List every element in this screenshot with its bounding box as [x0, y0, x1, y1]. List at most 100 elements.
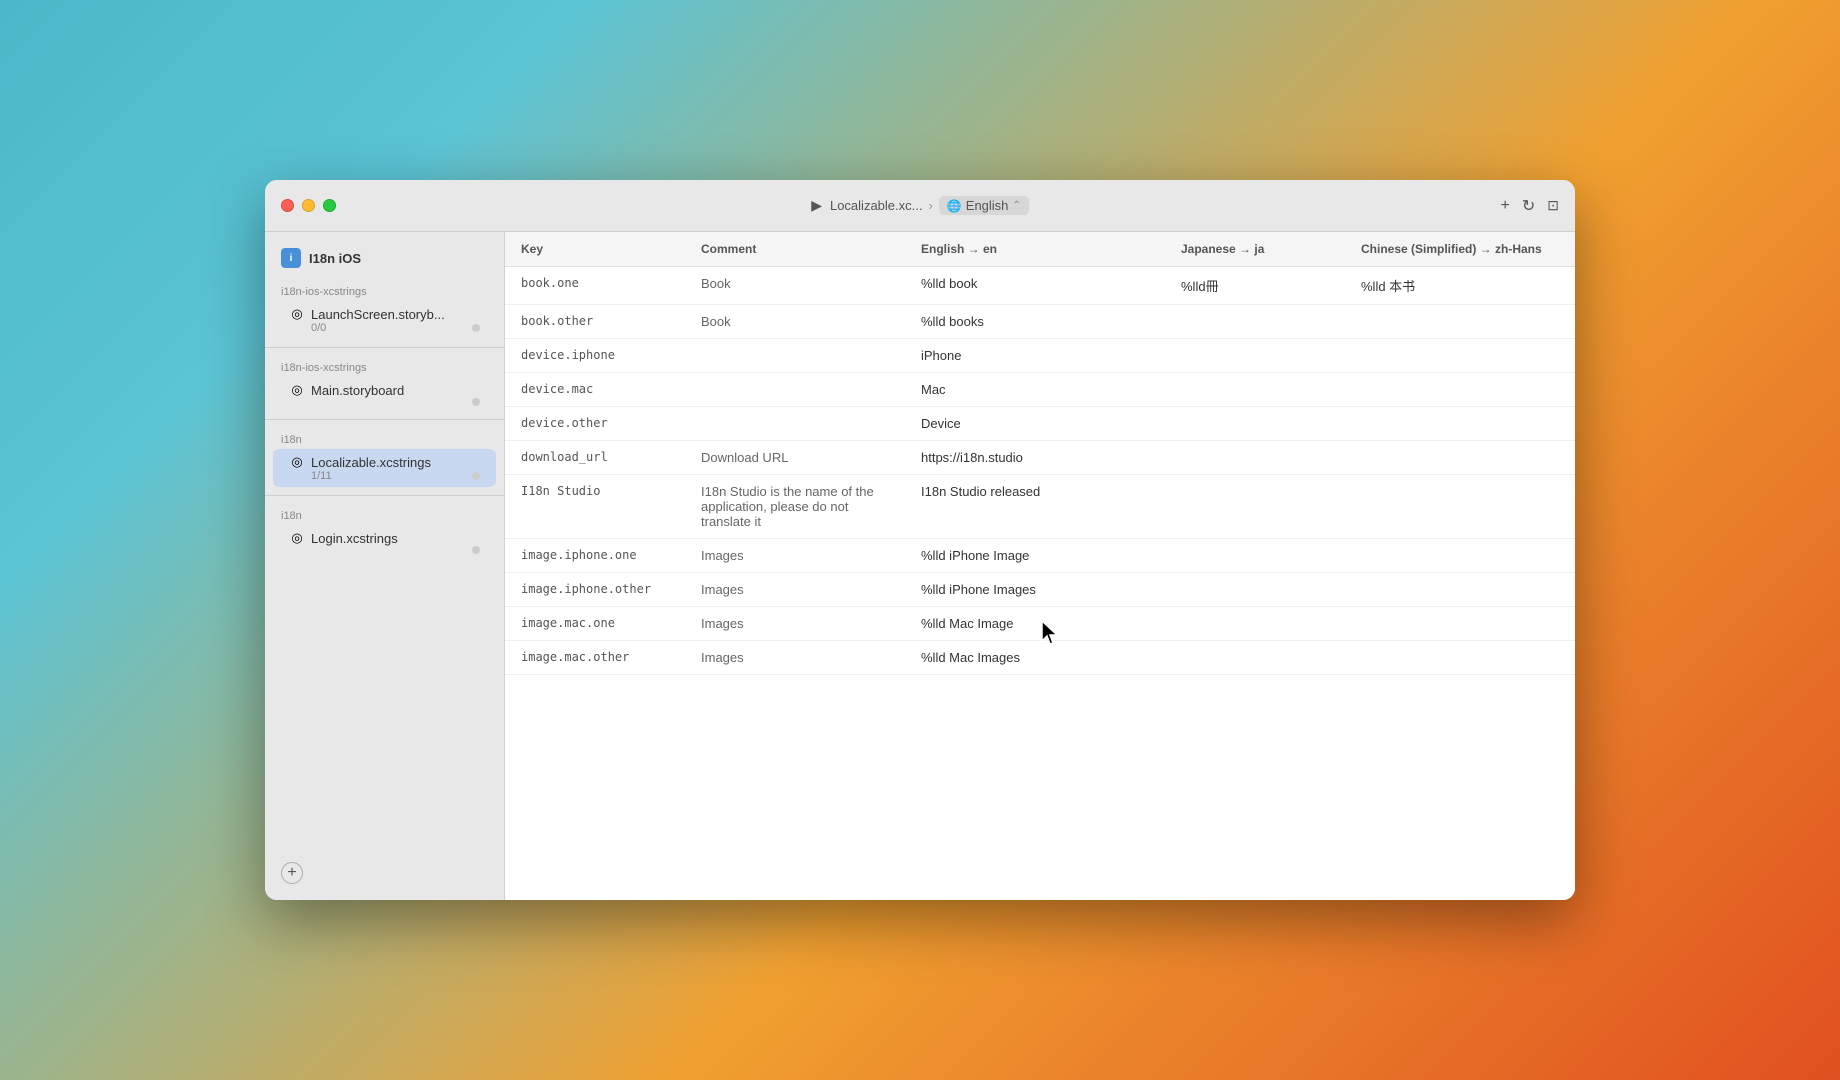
- cell-japanese[interactable]: [1165, 607, 1345, 641]
- table-row[interactable]: device.other Device: [505, 407, 1575, 441]
- close-button[interactable]: [281, 199, 294, 212]
- table-row[interactable]: book.oneBook%lld book%lld冊%lld 本书: [505, 267, 1575, 305]
- table-row[interactable]: I18n StudioI18n Studio is the name of th…: [505, 475, 1575, 539]
- cell-chinese[interactable]: [1345, 339, 1575, 373]
- sidebar-item-mainstoryboard[interactable]: ◎ Main.storyboard: [273, 377, 496, 411]
- cell-english[interactable]: %lld iPhone Image: [905, 539, 1165, 573]
- cell-english[interactable]: %lld Mac Image: [905, 607, 1165, 641]
- cell-japanese[interactable]: [1165, 373, 1345, 407]
- file-icon-4: ◎: [289, 530, 305, 546]
- cell-japanese[interactable]: %lld冊: [1165, 267, 1345, 305]
- cell-english[interactable]: %lld Mac Images: [905, 641, 1165, 675]
- cell-comment[interactable]: Book: [685, 267, 905, 305]
- add-file-button[interactable]: +: [281, 862, 303, 884]
- sidebar-item-login[interactable]: ◎ Login.xcstrings: [273, 525, 496, 559]
- cell-english[interactable]: Mac: [905, 373, 1165, 407]
- cell-chinese[interactable]: [1345, 607, 1575, 641]
- content-area: Key Comment English → en Japanese → ja C…: [505, 232, 1575, 900]
- refresh-icon-button[interactable]: ↻: [1522, 196, 1535, 216]
- table-row[interactable]: download_urlDownload URLhttps://i18n.stu…: [505, 441, 1575, 475]
- table-container[interactable]: Key Comment English → en Japanese → ja C…: [505, 232, 1575, 900]
- cell-comment[interactable]: Images: [685, 641, 905, 675]
- cell-chinese[interactable]: [1345, 475, 1575, 539]
- breadcrumb-file[interactable]: Localizable.xc...: [830, 198, 923, 213]
- cell-english[interactable]: https://i18n.studio: [905, 441, 1165, 475]
- cell-japanese[interactable]: [1165, 475, 1345, 539]
- sidebar-section-label-4: i18n: [265, 504, 504, 524]
- table-row[interactable]: image.mac.otherImages%lld Mac Images: [505, 641, 1575, 675]
- cell-english[interactable]: iPhone: [905, 339, 1165, 373]
- table-row[interactable]: image.mac.oneImages%lld Mac Image: [505, 607, 1575, 641]
- sidebar-item-name-4: Login.xcstrings: [311, 531, 480, 546]
- cell-english[interactable]: %lld book: [905, 267, 1165, 305]
- cell-comment[interactable]: Images: [685, 607, 905, 641]
- cell-chinese[interactable]: [1345, 407, 1575, 441]
- cell-key[interactable]: I18n Studio: [505, 475, 685, 539]
- table-body: book.oneBook%lld book%lld冊%lld 本书book.ot…: [505, 267, 1575, 675]
- cell-japanese[interactable]: [1165, 573, 1345, 607]
- cell-chinese[interactable]: [1345, 539, 1575, 573]
- minimize-button[interactable]: [302, 199, 315, 212]
- cell-comment[interactable]: Book: [685, 305, 905, 339]
- sidebar-item-name-2: Main.storyboard: [311, 383, 480, 398]
- maximize-button[interactable]: [323, 199, 336, 212]
- project-header: i I18n iOS: [265, 244, 504, 280]
- sidebar: i I18n iOS i18n-ios-xcstrings ◎ LaunchSc…: [265, 232, 505, 900]
- cell-key[interactable]: device.mac: [505, 373, 685, 407]
- cell-key[interactable]: image.iphone.one: [505, 539, 685, 573]
- sidebar-item-localizable[interactable]: ◎ Localizable.xcstrings 1/11: [273, 449, 496, 487]
- table-row[interactable]: image.iphone.oneImages%lld iPhone Image: [505, 539, 1575, 573]
- cell-key[interactable]: image.iphone.other: [505, 573, 685, 607]
- cell-comment[interactable]: Download URL: [685, 441, 905, 475]
- cell-key[interactable]: download_url: [505, 441, 685, 475]
- project-name: I18n iOS: [309, 251, 361, 266]
- sidebar-section-label-3: i18n: [265, 428, 504, 448]
- cell-japanese[interactable]: [1165, 339, 1345, 373]
- cell-comment[interactable]: [685, 339, 905, 373]
- breadcrumb-current[interactable]: 🌐 English ⌃: [939, 196, 1029, 215]
- cell-japanese[interactable]: [1165, 407, 1345, 441]
- cell-english[interactable]: %lld iPhone Images: [905, 573, 1165, 607]
- table-row[interactable]: image.iphone.otherImages%lld iPhone Imag…: [505, 573, 1575, 607]
- cell-comment[interactable]: [685, 407, 905, 441]
- cell-chinese[interactable]: [1345, 373, 1575, 407]
- sidebar-item-launchscreen[interactable]: ◎ LaunchScreen.storyb... 0/0: [273, 301, 496, 339]
- cell-chinese[interactable]: [1345, 305, 1575, 339]
- table-header-row: Key Comment English → en Japanese → ja C…: [505, 232, 1575, 267]
- cell-japanese[interactable]: [1165, 641, 1345, 675]
- cell-key[interactable]: book.other: [505, 305, 685, 339]
- cell-key[interactable]: image.mac.other: [505, 641, 685, 675]
- cell-japanese[interactable]: [1165, 441, 1345, 475]
- table-row[interactable]: device.mac Mac: [505, 373, 1575, 407]
- file-icon-3: ◎: [289, 454, 305, 470]
- cell-chinese[interactable]: %lld 本书: [1345, 267, 1575, 305]
- table-row[interactable]: device.iphone iPhone: [505, 339, 1575, 373]
- cell-key[interactable]: image.mac.one: [505, 607, 685, 641]
- sidebar-toggle-button[interactable]: ⊡: [1547, 197, 1559, 214]
- sidebar-item-name-1: LaunchScreen.storyb...: [311, 307, 480, 322]
- sidebar-divider-3: [265, 495, 504, 496]
- cell-key[interactable]: device.other: [505, 407, 685, 441]
- cell-comment[interactable]: Images: [685, 573, 905, 607]
- add-icon-button[interactable]: +: [1501, 197, 1510, 215]
- cell-japanese[interactable]: [1165, 305, 1345, 339]
- play-button[interactable]: ▶: [811, 197, 822, 214]
- main-layout: i I18n iOS i18n-ios-xcstrings ◎ LaunchSc…: [265, 232, 1575, 900]
- app-window: ▶ Localizable.xc... › 🌐 English ⌃ + ↻ ⊡ …: [265, 180, 1575, 900]
- cell-english[interactable]: %lld books: [905, 305, 1165, 339]
- sidebar-section-label-1: i18n-ios-xcstrings: [265, 280, 504, 300]
- cell-comment[interactable]: [685, 373, 905, 407]
- cell-english[interactable]: I18n Studio released: [905, 475, 1165, 539]
- cell-key[interactable]: device.iphone: [505, 339, 685, 373]
- cell-english[interactable]: Device: [905, 407, 1165, 441]
- table-row[interactable]: book.otherBook%lld books: [505, 305, 1575, 339]
- breadcrumb-separator: ›: [928, 198, 932, 213]
- col-header-japanese: Japanese → ja: [1165, 232, 1345, 267]
- cell-key[interactable]: book.one: [505, 267, 685, 305]
- cell-comment[interactable]: I18n Studio is the name of the applicati…: [685, 475, 905, 539]
- cell-chinese[interactable]: [1345, 573, 1575, 607]
- cell-comment[interactable]: Images: [685, 539, 905, 573]
- cell-chinese[interactable]: [1345, 441, 1575, 475]
- cell-chinese[interactable]: [1345, 641, 1575, 675]
- cell-japanese[interactable]: [1165, 539, 1345, 573]
